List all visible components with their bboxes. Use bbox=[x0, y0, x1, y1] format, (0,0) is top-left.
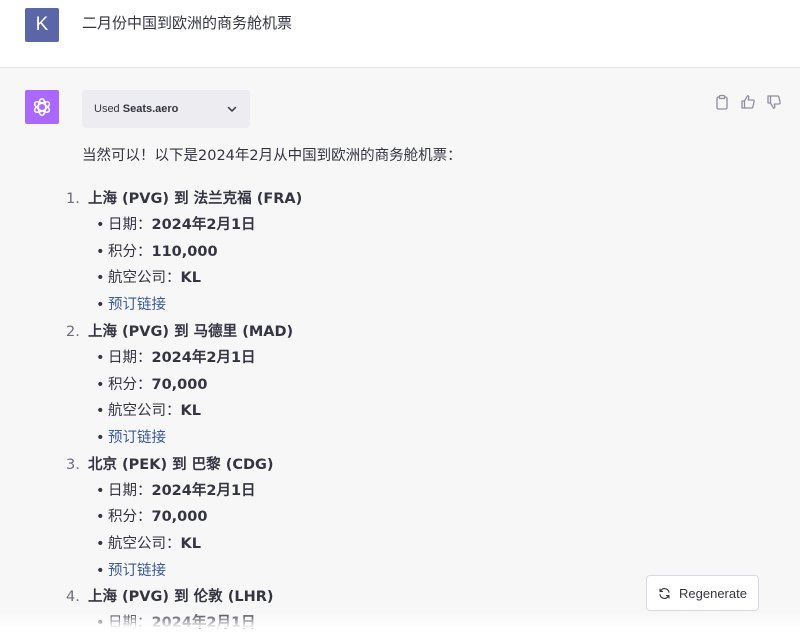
booking-link[interactable]: 预订链接 bbox=[108, 297, 166, 313]
route-date: •日期：2024年2月1日 bbox=[96, 345, 762, 372]
route-date-label: 日期： bbox=[108, 217, 152, 233]
route-details: • 日期：2024年2月1日 • 积分：110,000 • 航空公司：KL • 预订链接 bbox=[82, 212, 762, 319]
bullet: • bbox=[96, 403, 105, 420]
bullet: • bbox=[96, 376, 105, 393]
chevron-down-icon bbox=[227, 106, 237, 112]
route-details: • 日期：2024年2月1日 • 积分：70,000 • 航空公司：KL • 预订链接 bbox=[82, 478, 762, 585]
route-airline-value: KL bbox=[180, 536, 201, 553]
bullet: • bbox=[96, 217, 105, 233]
route-airline-label: 航空公司： bbox=[108, 270, 181, 287]
answer-intro: 当然可以！以下是2024年2月从中国到欧洲的商务舱机票： bbox=[82, 148, 462, 164]
openai-logo-icon bbox=[33, 98, 51, 116]
plugin-prefix: Used bbox=[94, 103, 120, 115]
user-avatar: K bbox=[25, 8, 59, 42]
route-title: 上海 (PVG) 到 马德里 (MAD) bbox=[88, 323, 294, 340]
plugin-used-label: Used Seats.aero bbox=[94, 103, 178, 115]
regenerate-button[interactable]: Regenerate bbox=[646, 575, 759, 611]
booking-link[interactable]: 预订链接 bbox=[108, 563, 166, 579]
thumbs-up-icon[interactable] bbox=[740, 94, 756, 110]
route-date-label: 日期： bbox=[108, 349, 152, 366]
user-message-row: K 二月份中国到欧洲的商务舱机票 bbox=[0, 0, 800, 68]
route-airline-value: KL bbox=[180, 403, 201, 420]
bullet: • bbox=[96, 562, 105, 579]
routes-list: 1. 上海 (PVG) 到 法兰克福 (FRA) • 日期：2024年2月1日 • 积分：… bbox=[66, 186, 762, 637]
message-actions bbox=[714, 94, 782, 110]
refresh-icon bbox=[659, 587, 670, 599]
route-booking: • 预订链接 bbox=[96, 425, 762, 452]
route-date: •日期：2024年2月1日 bbox=[96, 212, 762, 239]
route-date-value: 2024年2月1日 bbox=[151, 349, 256, 366]
bottom-fade bbox=[0, 612, 800, 628]
route-points: • 积分：110,000 bbox=[96, 239, 762, 266]
bullet: • bbox=[96, 297, 105, 314]
route-date-value: 2024年2月1日 bbox=[151, 217, 256, 233]
route-airline: • 航空公司：KL bbox=[96, 531, 762, 558]
bullet: • bbox=[96, 482, 105, 499]
bullet: • bbox=[96, 536, 105, 553]
route-date-value: 2024年2月1日 bbox=[151, 482, 256, 499]
route-item: 2. 上海 (PVG) 到 马德里 (MAD) • 日期：2024年2月1日 • 积分：7… bbox=[66, 319, 762, 452]
route-points-label: 积分： bbox=[108, 243, 152, 260]
route-details: • 日期：2024年2月1日 • 积分：70,000 • 航空公司：KL • 预订链接 bbox=[82, 345, 762, 452]
route-airline-label: 航空公司： bbox=[108, 536, 181, 553]
openai-logo-icon bbox=[25, 90, 59, 124]
bullet: • bbox=[96, 349, 105, 366]
bullet: • bbox=[96, 243, 105, 260]
route-points-label: 积分： bbox=[108, 376, 152, 393]
route-airline: • 航空公司：KL bbox=[96, 398, 762, 425]
route-airline-value: KL bbox=[180, 270, 201, 287]
regenerate-label: Regenerate bbox=[679, 585, 747, 601]
route-title: 上海 (PVG) 到 法兰克福 (FRA) bbox=[88, 191, 303, 207]
plugin-used-toggle[interactable]: Used Seats.aero bbox=[82, 90, 250, 128]
route-number: 4. bbox=[66, 589, 80, 606]
route-points-value: 110,000 bbox=[151, 243, 218, 260]
bullet: • bbox=[96, 429, 105, 446]
route-date: •日期：2024年2月1日 bbox=[96, 478, 762, 505]
bullet: • bbox=[96, 509, 105, 526]
booking-link[interactable]: 预订链接 bbox=[108, 430, 166, 446]
route-date-label: 日期： bbox=[108, 482, 152, 499]
route-points: • 积分：70,000 bbox=[96, 372, 762, 399]
user-message-text: 二月份中国到欧洲的商务舱机票 bbox=[82, 14, 293, 32]
route-booking: • 预订链接 bbox=[96, 292, 762, 319]
route-number: 2. bbox=[66, 323, 80, 340]
route-item: 3. 北京 (PEK) 到 巴黎 (CDG) • 日期：2024年2月1日 • 积分：70… bbox=[66, 452, 762, 585]
route-number: 3. bbox=[66, 456, 80, 473]
route-points-value: 70,000 bbox=[151, 509, 208, 526]
bullet: • bbox=[96, 270, 105, 287]
route-item: 1. 上海 (PVG) 到 法兰克福 (FRA) • 日期：2024年2月1日 • 积分：… bbox=[66, 186, 762, 319]
route-points-value: 70,000 bbox=[151, 376, 208, 393]
plugin-name: Seats.aero bbox=[122, 103, 179, 115]
assistant-answer: 当然可以！以下是2024年2月从中国到欧洲的商务舱机票： 1. 上海 (PVG) … bbox=[66, 146, 762, 637]
thumbs-down-icon[interactable] bbox=[766, 94, 782, 110]
route-points: • 积分：70,000 bbox=[96, 504, 762, 531]
route-number: 1. bbox=[66, 191, 80, 207]
clipboard-icon[interactable] bbox=[714, 94, 730, 110]
assistant-message-row: Used Seats.aero 当然可以！以下是2024年2月从中国到欧洲的商务… bbox=[0, 68, 800, 631]
route-points-label: 积分： bbox=[108, 509, 152, 526]
route-airline: • 航空公司：KL bbox=[96, 265, 762, 292]
route-title: 北京 (PEK) 到 巴黎 (CDG) bbox=[88, 456, 274, 473]
route-airline-label: 航空公司： bbox=[108, 403, 181, 420]
